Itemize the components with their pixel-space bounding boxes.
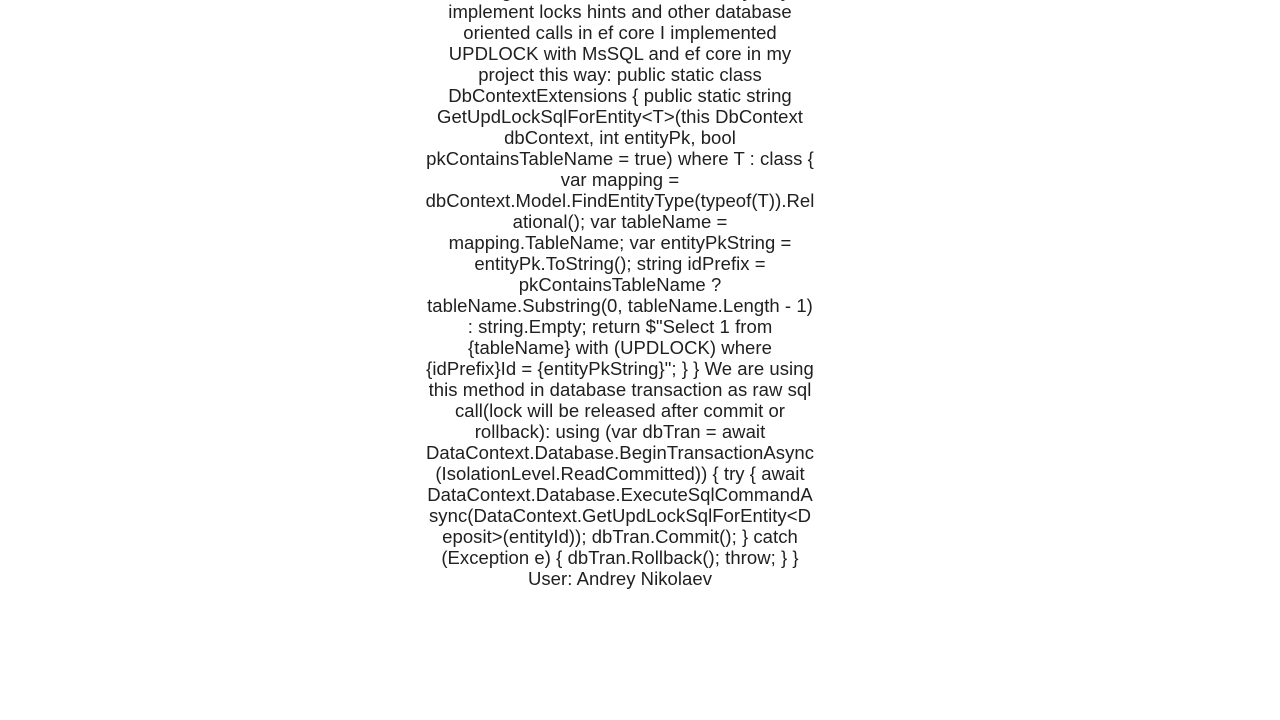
- answer-body-text: According to this issue there is no easy…: [425, 0, 815, 589]
